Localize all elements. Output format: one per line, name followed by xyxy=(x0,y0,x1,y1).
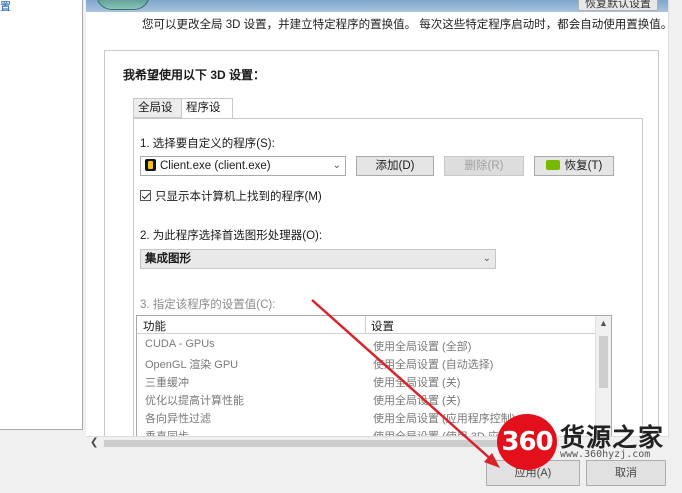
cancel-button[interactable]: 取消 xyxy=(586,460,666,486)
scroll-left-icon[interactable]: ❮ xyxy=(90,437,98,448)
setting-cell: 使用全局设置 (应用程序控制) xyxy=(373,413,516,425)
setting-cell: 使用全局设置 (自动选择) xyxy=(373,359,494,371)
feature-cell: 三重缓冲 xyxy=(145,377,189,389)
feature-cell: 优化以提高计算性能 xyxy=(145,395,244,407)
column-header-feature[interactable]: 功能 xyxy=(143,318,166,334)
column-divider xyxy=(365,316,366,334)
feature-cell: 各向异性过滤 xyxy=(145,413,211,425)
setting-cell: 使用全局设置 (全部) xyxy=(373,341,472,353)
table-row[interactable]: 三重缓冲 使用全局设置 (关) xyxy=(137,372,597,390)
chevron-down-icon: ⌄ xyxy=(482,253,491,264)
nvidia-icon xyxy=(545,160,560,170)
scroll-up-icon[interactable]: ▲ xyxy=(599,318,608,328)
chevron-down-icon: ⌄ xyxy=(332,160,341,171)
delete-program-button[interactable]: 删除(R) xyxy=(444,156,524,176)
table-row[interactable]: OpenGL 渲染 GPU 使用全局设置 (自动选择) xyxy=(137,354,597,372)
horizontal-scroll-thumb[interactable] xyxy=(104,440,514,447)
left-navigation-panel: 置 xyxy=(0,0,83,430)
client-app-icon xyxy=(145,159,156,171)
show-only-found-checkbox[interactable] xyxy=(140,190,151,201)
restore-program-button[interactable]: 恢复(T) xyxy=(534,156,614,176)
step2-label: 2. 为此程序选择首选图形处理器(O): xyxy=(140,230,323,242)
step1-label: 1. 选择要自定义的程序(S): xyxy=(140,138,275,150)
intro-description: 您可以更改全局 3D 设置，并建立特定程序的置换值。 每次这些特定程序启动时，都… xyxy=(142,19,668,31)
table-row[interactable]: 优化以提高计算性能 使用全局设置 (关) xyxy=(137,390,597,408)
settings-group-box: 我希望使用以下 3D 设置： 全局设置 程序设置 1. 选择要自定义的程序(S)… xyxy=(104,50,659,438)
tab-program-settings[interactable]: 程序设置 xyxy=(181,98,233,132)
main-content-pane: 恢复默认设置 您可以更改全局 3D 设置，并建立特定程序的置换值。 每次这些特定… xyxy=(86,0,668,438)
settings-title: 我希望使用以下 3D 设置： xyxy=(123,68,266,82)
gpu-select-value: 集成图形 xyxy=(145,253,191,265)
setting-cell: 使用全局设置 (关) xyxy=(373,377,461,389)
program-select-value: Client.exe (client.exe) xyxy=(160,160,271,172)
setting-cell: 使用全局设置 (关) xyxy=(373,395,461,407)
gpu-select[interactable]: 集成图形 ⌄ xyxy=(140,249,496,269)
restore-defaults-button[interactable]: 恢复默认设置 xyxy=(578,0,658,11)
table-header: 功能 设置 xyxy=(137,316,597,334)
program-settings-panel: 1. 选择要自定义的程序(S): Client.exe (client.exe)… xyxy=(133,118,643,438)
feature-cell: OpenGL 渲染 GPU xyxy=(145,359,239,371)
nvidia-banner-logo-icon xyxy=(96,0,150,10)
add-program-button[interactable]: 添加(D) xyxy=(356,156,434,176)
column-header-setting[interactable]: 设置 xyxy=(371,318,394,334)
feature-cell: CUDA - GPUs xyxy=(145,338,215,350)
nav-tree-link[interactable]: 置 xyxy=(0,0,11,14)
table-scroll-thumb[interactable] xyxy=(599,336,608,388)
table-row[interactable]: CUDA - GPUs 使用全局设置 (全部) xyxy=(137,336,597,354)
tab-global-settings[interactable]: 全局设置 xyxy=(133,98,181,132)
show-only-found-label: 只显示本计算机上找到的程序(M) xyxy=(155,191,322,203)
watermark-360-logo: 360 xyxy=(497,414,557,470)
step3-label: 3. 指定该程序的设置值(C): xyxy=(140,299,276,311)
header-banner: 恢复默认设置 xyxy=(86,0,668,12)
program-select[interactable]: Client.exe (client.exe) ⌄ xyxy=(140,156,346,176)
restore-program-label: 恢复(T) xyxy=(564,160,603,172)
main-vertical-scrollbar[interactable] xyxy=(668,0,682,438)
watermark-url: www.360hyzj.com xyxy=(560,449,651,460)
